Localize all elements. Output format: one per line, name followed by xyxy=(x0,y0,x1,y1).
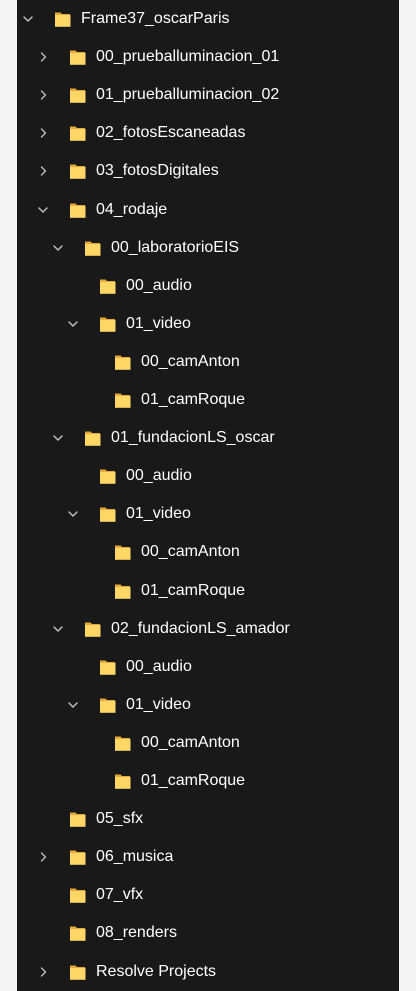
tree-item[interactable]: 01_fundacionLS_oscar xyxy=(17,419,399,457)
tree-item[interactable]: 00_camAnton xyxy=(17,533,399,571)
chevron-down-icon[interactable] xyxy=(20,0,36,38)
folder-icon xyxy=(114,734,132,752)
tree-item-label: 03_fotosDigitales xyxy=(96,162,219,179)
folder-icon xyxy=(114,772,132,790)
tree-item-label: 08_renders xyxy=(96,924,177,941)
tree-item[interactable]: 01_camRoque xyxy=(17,381,399,419)
tree-item[interactable]: 00_prueballuminacion_01 xyxy=(17,38,399,76)
folder-icon xyxy=(84,239,102,257)
tree-item-label: 00_audio xyxy=(126,277,192,294)
folder-icon xyxy=(99,505,117,523)
tree-item-label: 01_camRoque xyxy=(141,582,246,599)
tree-item[interactable]: 00_audio xyxy=(17,457,399,495)
folder-icon xyxy=(114,582,132,600)
tree-item-label: 01_video xyxy=(126,505,191,522)
tree-item-label: 00_camAnton xyxy=(141,353,240,370)
tree-item-label: 00_camAnton xyxy=(141,734,240,751)
tree-item-label: 00_audio xyxy=(126,467,192,484)
tree-item[interactable]: 01_video xyxy=(17,305,399,343)
tree-item[interactable]: Frame37_oscarParis xyxy=(17,0,399,38)
tree-item[interactable]: 00_audio xyxy=(17,648,399,686)
tree-item[interactable]: 08_renders xyxy=(17,914,399,952)
tree-item[interactable]: 01_video xyxy=(17,686,399,724)
tree-item-label: 00_laboratorioEIS xyxy=(111,239,240,256)
folder-icon xyxy=(69,924,87,942)
chevron-right-icon[interactable] xyxy=(35,152,51,190)
tree-item[interactable]: 00_laboratorioEIS xyxy=(17,229,399,267)
tree-item[interactable]: 01_video xyxy=(17,495,399,533)
tree-item-label: 02_fotosEscaneadas xyxy=(96,124,246,141)
folder-icon xyxy=(84,620,102,638)
folder-icon xyxy=(69,810,87,828)
tree-item[interactable]: 01_camRoque xyxy=(17,572,399,610)
folder-icon xyxy=(99,467,117,485)
tree-item[interactable]: Resolve Projects xyxy=(17,953,399,991)
tree-item[interactable]: 04_rodaje xyxy=(17,191,399,229)
folder-icon xyxy=(69,162,87,180)
tree-item-label: 01_prueballuminacion_02 xyxy=(96,86,280,103)
tree-item-label: 00_prueballuminacion_01 xyxy=(96,48,280,65)
tree-item[interactable]: 00_audio xyxy=(17,267,399,305)
folder-icon xyxy=(69,48,87,66)
tree-item-label: 04_rodaje xyxy=(96,201,168,218)
chevron-down-icon[interactable] xyxy=(50,610,66,648)
chevron-right-icon[interactable] xyxy=(35,953,51,991)
folder-icon xyxy=(99,315,117,333)
chevron-right-icon[interactable] xyxy=(35,38,51,76)
folder-icon xyxy=(114,391,132,409)
tree-item-label: 01_video xyxy=(126,696,191,713)
chevron-down-icon[interactable] xyxy=(35,191,51,229)
tree-item[interactable]: 06_musica xyxy=(17,838,399,876)
chevron-down-icon[interactable] xyxy=(50,229,66,267)
folder-icon xyxy=(69,963,87,981)
tree-item-label: 06_musica xyxy=(96,848,174,865)
folder-icon xyxy=(99,277,117,295)
folder-icon xyxy=(69,124,87,142)
tree-item[interactable]: 07_vfx xyxy=(17,876,399,914)
folder-icon xyxy=(114,543,132,561)
folder-icon xyxy=(99,658,117,676)
tree-item-label: 01_video xyxy=(126,315,191,332)
tree-item[interactable]: 01_prueballuminacion_02 xyxy=(17,76,399,114)
tree-item-label: 02_fundacionLS_amador xyxy=(111,620,290,637)
folder-icon xyxy=(99,696,117,714)
folder-icon xyxy=(69,886,87,904)
chevron-down-icon[interactable] xyxy=(65,495,81,533)
tree-item[interactable]: 01_camRoque xyxy=(17,762,399,800)
chevron-down-icon[interactable] xyxy=(50,419,66,457)
chevron-down-icon[interactable] xyxy=(65,686,81,724)
folder-icon xyxy=(69,201,87,219)
folder-icon xyxy=(84,429,102,447)
tree-item[interactable]: 03_fotosDigitales xyxy=(17,152,399,190)
chevron-down-icon[interactable] xyxy=(65,305,81,343)
folder-icon xyxy=(69,86,87,104)
tree-item-label: 00_camAnton xyxy=(141,543,240,560)
tree-item[interactable]: 02_fundacionLS_amador xyxy=(17,610,399,648)
folder-tree[interactable]: Frame37_oscarParis 00_prueballuminacion_0… xyxy=(17,0,399,991)
tree-item-label: 01_camRoque xyxy=(141,772,246,789)
tree-item-label: 01_fundacionLS_oscar xyxy=(111,429,275,446)
tree-item[interactable]: 05_sfx xyxy=(17,800,399,838)
chevron-right-icon[interactable] xyxy=(35,114,51,152)
chevron-right-icon[interactable] xyxy=(35,76,51,114)
tree-item[interactable]: 00_camAnton xyxy=(17,724,399,762)
tree-item-label: 00_audio xyxy=(126,658,192,675)
tree-item-label: 05_sfx xyxy=(96,810,144,827)
tree-item-label: Resolve Projects xyxy=(96,963,217,980)
tree-item-label: Frame37_oscarParis xyxy=(81,10,230,27)
tree-item-label: 07_vfx xyxy=(96,886,144,903)
tree-item-label: 01_camRoque xyxy=(141,391,246,408)
folder-icon xyxy=(69,848,87,866)
folder-icon xyxy=(54,10,72,28)
tree-item[interactable]: 00_camAnton xyxy=(17,343,399,381)
chevron-right-icon[interactable] xyxy=(35,838,51,876)
folder-icon xyxy=(114,353,132,371)
tree-item[interactable]: 02_fotosEscaneadas xyxy=(17,114,399,152)
page: Frame37_oscarParis 00_prueballuminacion_0… xyxy=(0,0,416,991)
